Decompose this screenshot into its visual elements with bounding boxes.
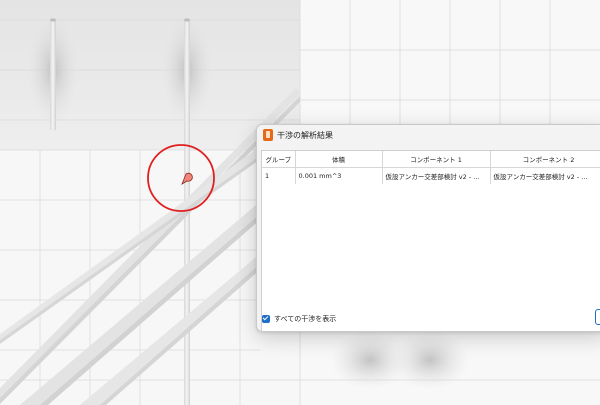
results-table-panel: グループ 体積 コンポーネント 1 コンポーネント 2 1 0.001 mm^3… <box>261 150 600 331</box>
dialog-titlebar[interactable]: 干渉の解析結果 <box>257 125 600 147</box>
dialog-title: 干渉の解析結果 <box>277 131 333 140</box>
table-row[interactable]: 1 0.001 mm^3 仮設アンカー交差部検討 v2 - ... 仮設アンカー… <box>262 167 600 184</box>
column-header-component-2[interactable]: コンポーネント 2 <box>490 151 600 168</box>
cell-group: 1 <box>262 167 296 184</box>
interference-results-dialog[interactable]: 干渉の解析結果 グループ 体積 コンポーネント 1 コンポーネント 2 1 0.… <box>256 124 600 332</box>
cell-component-1: 仮設アンカー交差部検討 v2 - ... <box>382 167 491 184</box>
cell-component-2: 仮設アンカー交差部検討 v2 - ... <box>490 167 600 184</box>
ok-button[interactable] <box>595 309 600 325</box>
show-all-checkbox[interactable] <box>262 315 270 323</box>
show-all-label[interactable]: すべての干渉を表示 <box>274 314 336 324</box>
column-header-component-1[interactable]: コンポーネント 1 <box>382 151 491 168</box>
dialog-footer: すべての干渉を表示 <box>262 313 336 325</box>
column-header-group[interactable]: グループ <box>262 151 296 168</box>
results-table: グループ 体積 コンポーネント 1 コンポーネント 2 1 0.001 mm^3… <box>262 151 600 184</box>
cell-volume: 0.001 mm^3 <box>295 167 383 184</box>
interference-highlight-circle <box>147 144 215 212</box>
app-icon <box>263 129 273 141</box>
column-header-volume[interactable]: 体積 <box>295 151 383 168</box>
